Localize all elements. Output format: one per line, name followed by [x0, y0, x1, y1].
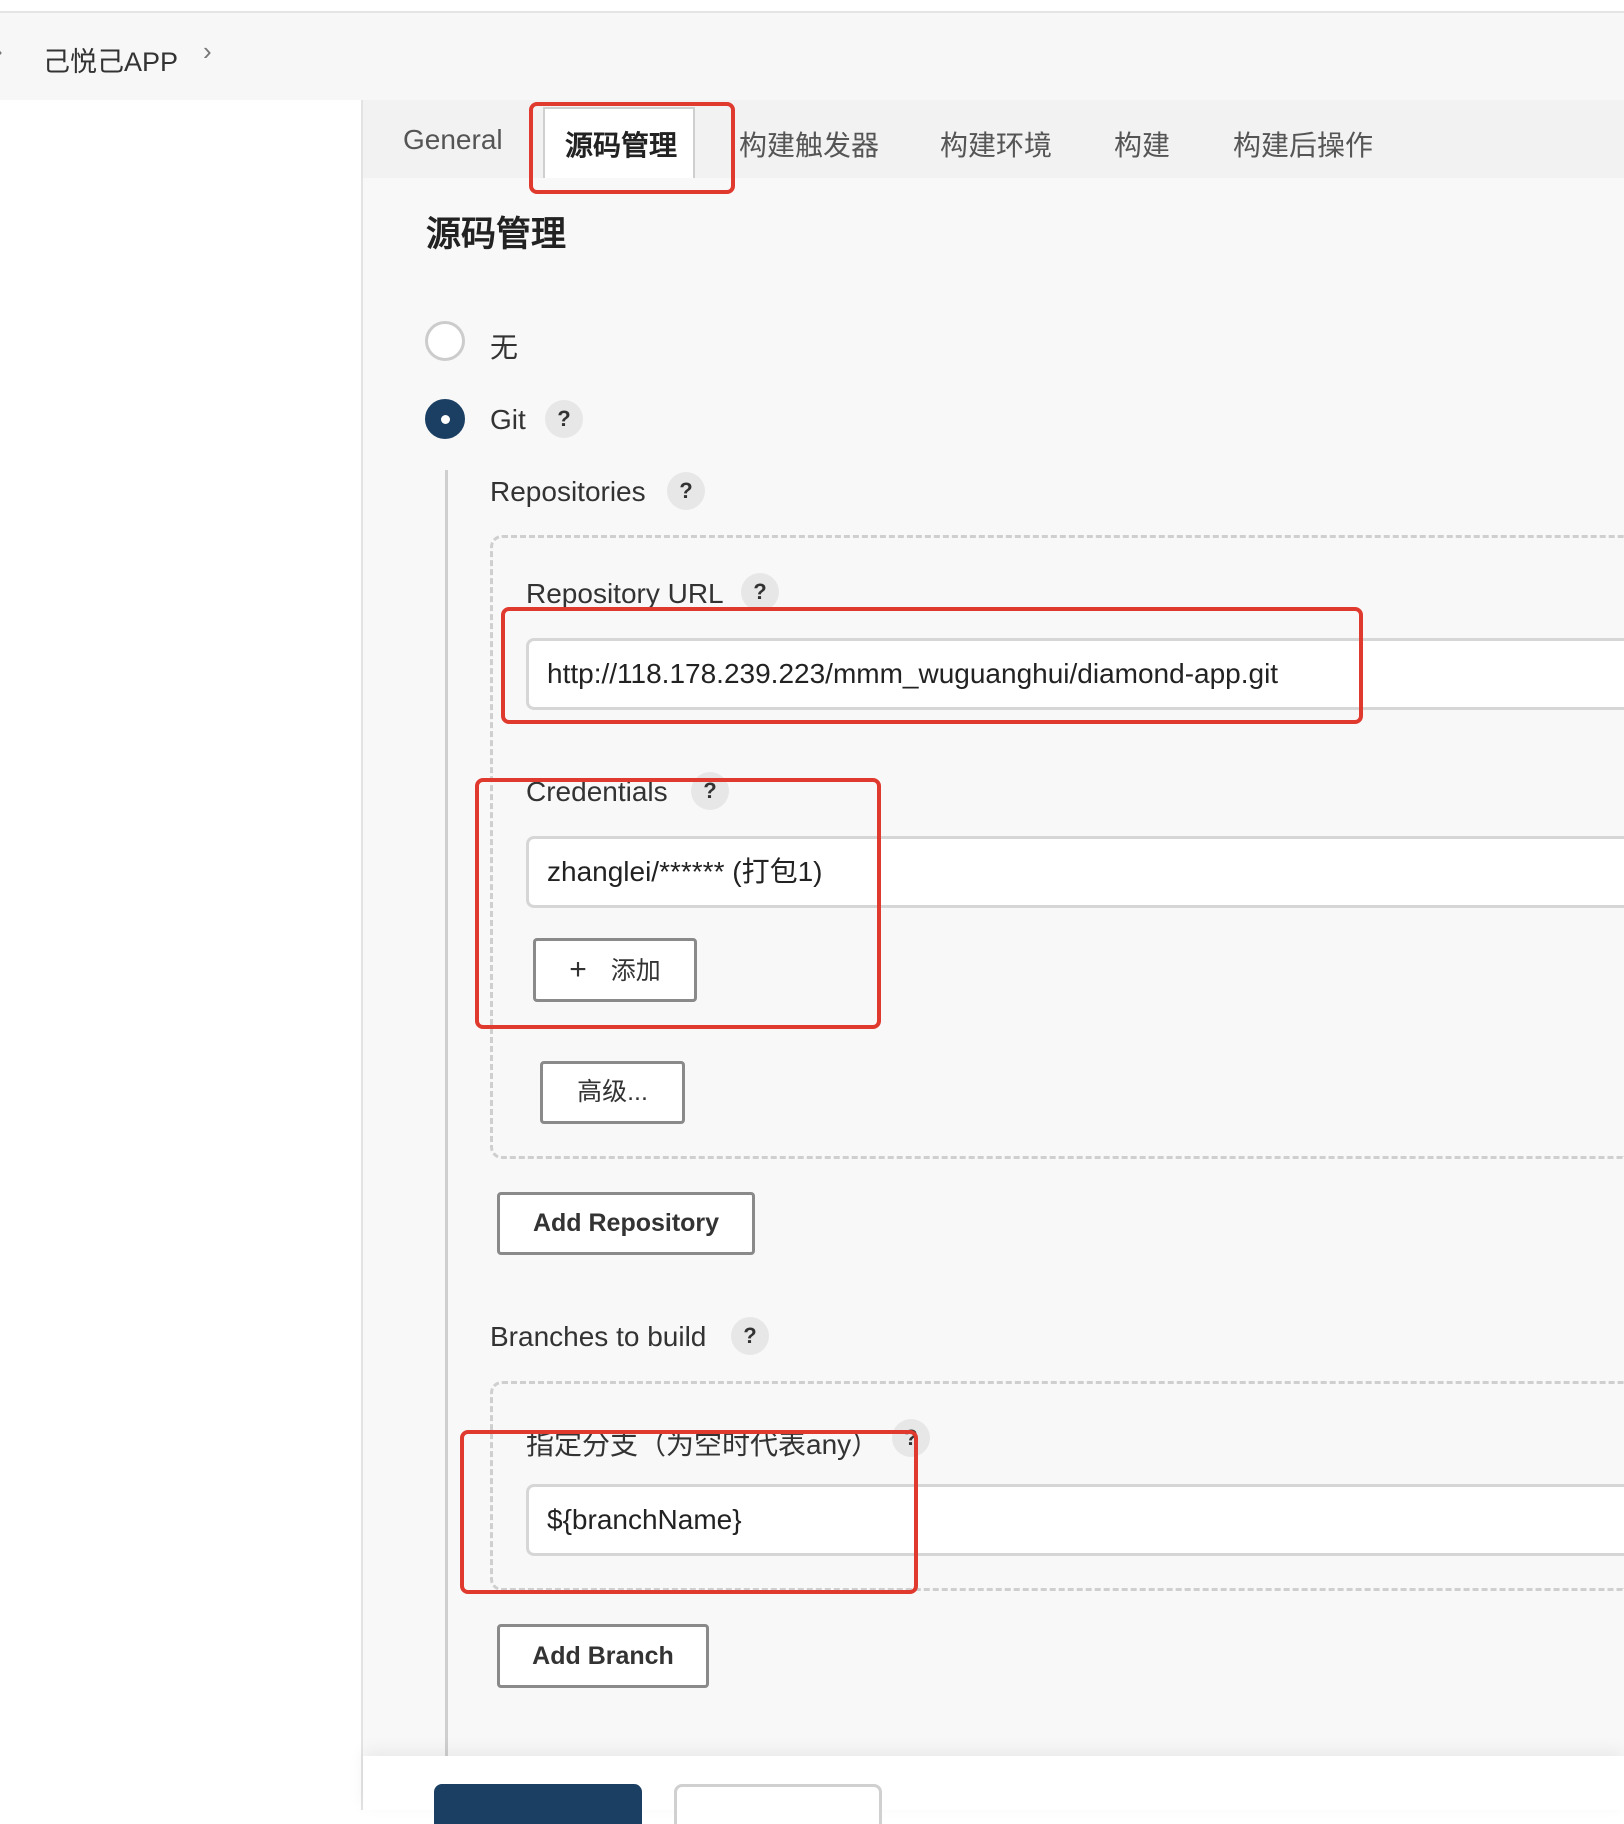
chevron-right-icon[interactable]: ›: [203, 38, 212, 64]
apply-button[interactable]: [674, 1784, 882, 1824]
section-title: 源码管理: [426, 215, 567, 254]
add-branch-button[interactable]: Add Branch: [497, 1624, 709, 1688]
git-section-guide-line: [445, 470, 448, 1760]
branches-help-icon[interactable]: ?: [731, 1317, 769, 1355]
breadcrumb-project-link[interactable]: 己悦己APP: [43, 40, 178, 79]
repository-url-help-icon[interactable]: ?: [741, 573, 779, 611]
advanced-button[interactable]: 高级...: [540, 1061, 685, 1124]
repositories-help-icon[interactable]: ?: [667, 472, 705, 510]
repositories-label: Repositories: [490, 476, 646, 507]
highlight-tab-annotation: [529, 102, 735, 194]
highlight-branch-annotation: [460, 1430, 918, 1594]
breadcrumb: [0, 13, 1624, 100]
tab-build-triggers[interactable]: 构建触发器: [739, 124, 879, 164]
scm-none-radio[interactable]: [425, 321, 465, 361]
tab-build-environment[interactable]: 构建环境: [940, 124, 1052, 164]
chevron-right-icon: ›: [0, 38, 3, 64]
branches-to-build-label: Branches to build: [490, 1321, 707, 1352]
save-button[interactable]: [434, 1784, 642, 1824]
repository-url-label: Repository URL: [526, 578, 724, 609]
sidebar: [0, 100, 363, 1810]
tab-general[interactable]: General: [403, 124, 503, 156]
highlight-url-annotation: [501, 607, 1363, 724]
tab-post-build-actions[interactable]: 构建后操作: [1233, 124, 1373, 164]
highlight-credentials-annotation: [475, 778, 881, 1029]
add-repository-button[interactable]: Add Repository: [497, 1192, 755, 1255]
tab-build[interactable]: 构建: [1114, 124, 1170, 164]
scm-none-label[interactable]: 无: [490, 326, 518, 366]
scm-git-radio[interactable]: [425, 399, 465, 439]
scm-git-label[interactable]: Git: [490, 404, 526, 436]
git-help-icon[interactable]: ?: [545, 400, 583, 438]
